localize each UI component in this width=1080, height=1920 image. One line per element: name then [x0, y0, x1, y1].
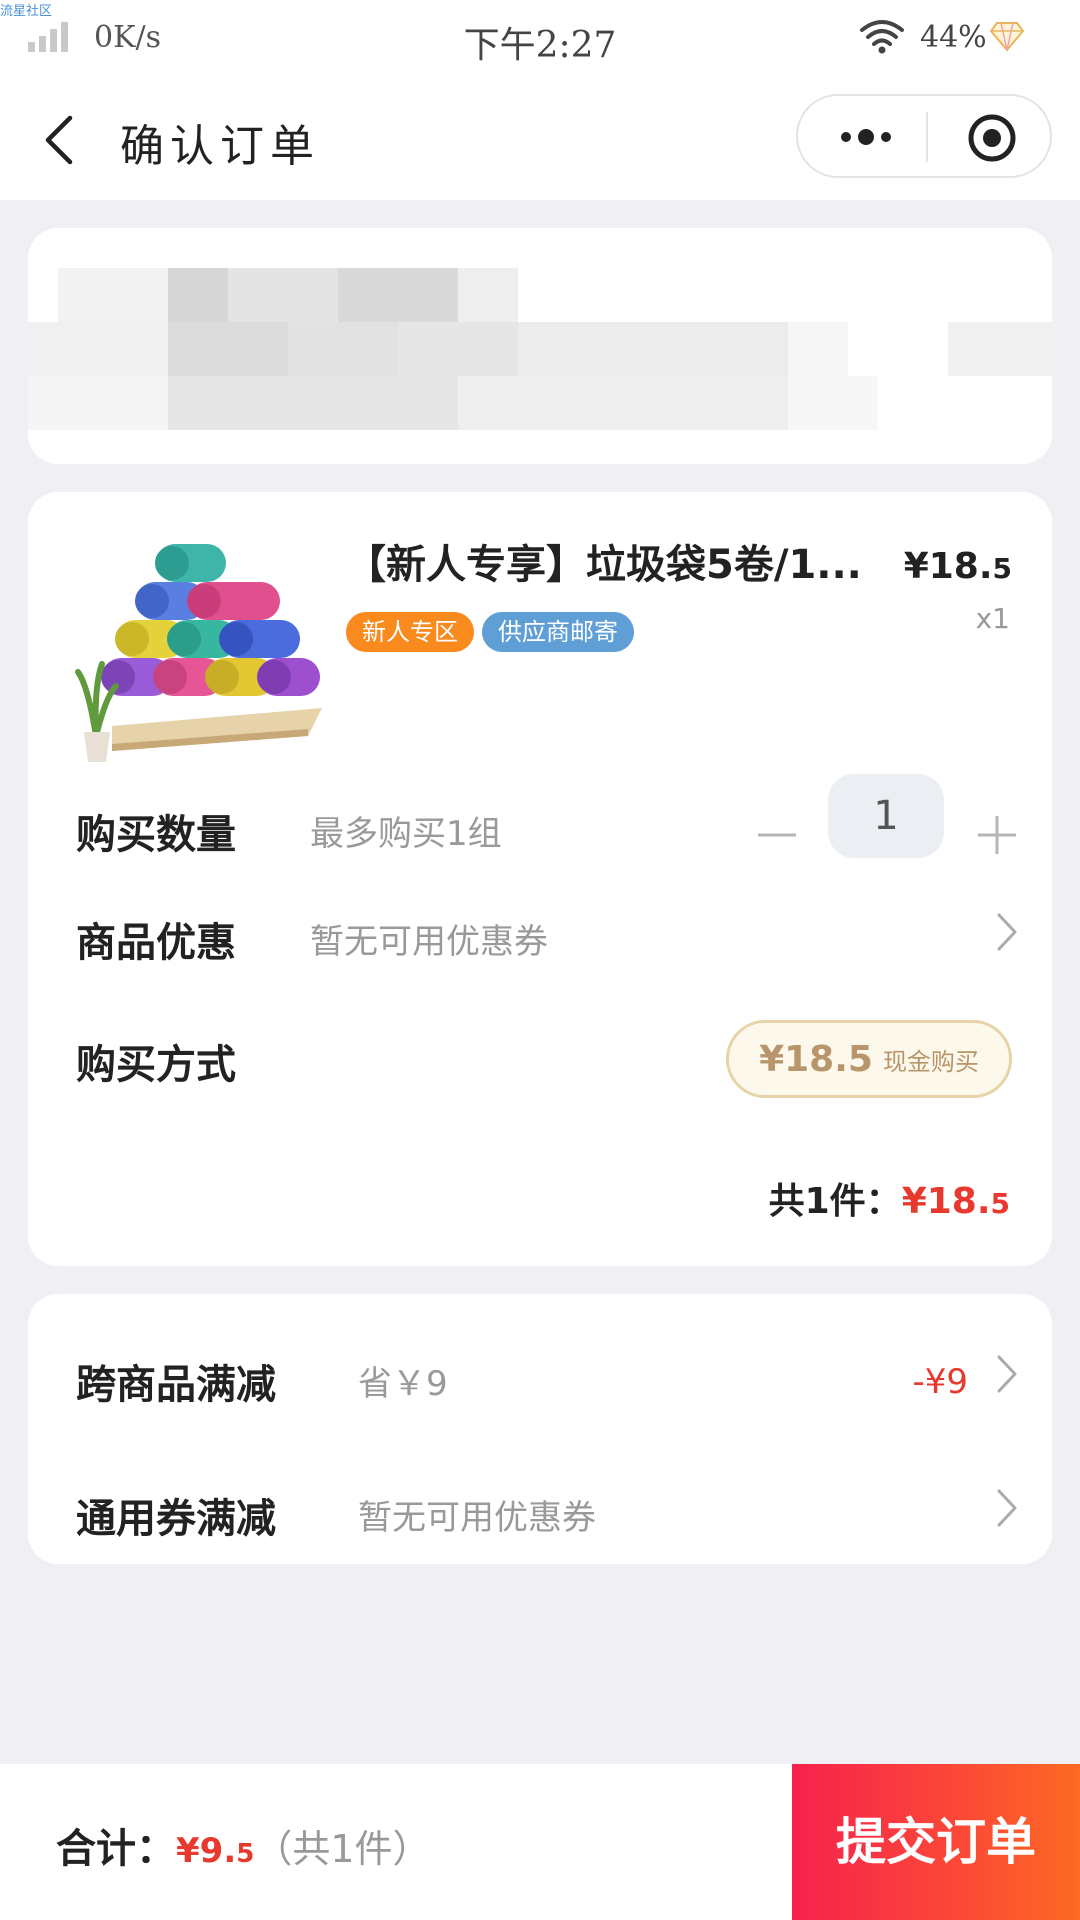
battery-level: 44%: [920, 20, 987, 55]
unit-price-decimal: 5: [992, 552, 1012, 585]
product-tags: 新人专区 供应商邮寄: [346, 612, 634, 652]
coupon-label: 商品优惠: [76, 920, 236, 966]
tag-new-user: 新人专区: [346, 612, 474, 652]
quantity-value[interactable]: 1: [828, 774, 944, 858]
total-amount-decimal: 5: [236, 1839, 255, 1869]
decrement-button[interactable]: [752, 810, 802, 860]
total-count: （共1件）: [254, 1827, 431, 1871]
subtotal-prefix: 共1件：: [768, 1181, 902, 1222]
quantity-label: 购买数量: [76, 812, 236, 858]
subtotal: 共1件：¥18.5: [769, 1172, 1010, 1224]
unit-price: ¥18.5: [904, 546, 1012, 587]
unit-price-main: ¥18.: [903, 546, 993, 587]
quantity-multiplier: x1: [975, 602, 1010, 635]
general-coupon-label: 通用券满减: [76, 1496, 276, 1542]
address-mosaic: [28, 268, 1052, 438]
address-card[interactable]: [28, 228, 1052, 464]
screen: 流星社区 0K/s 下午2:27 44% 确认订单 【新人专享】垃圾袋5卷/1.…: [0, 0, 1080, 1920]
chevron-right-icon[interactable]: [994, 910, 1020, 954]
total-amount-main: ¥9.: [176, 1831, 237, 1871]
payment-amount: ¥18.5: [759, 1038, 873, 1080]
payment-label: 购买方式: [76, 1042, 236, 1088]
subtotal-amount-main: ¥18.: [901, 1181, 991, 1222]
navigation-bar: 确认订单: [0, 80, 1080, 200]
capsule-divider: [926, 112, 928, 162]
checkout-bar: 合计：¥9.5（共1件） 提交订单: [0, 1764, 1080, 1920]
back-icon[interactable]: [36, 110, 86, 170]
mini-program-capsule: [796, 94, 1052, 178]
cash-payment-option[interactable]: ¥18.5 现金购买: [726, 1020, 1012, 1098]
page-title: 确认订单: [120, 121, 320, 172]
total-label: 合计：: [56, 1826, 176, 1872]
order-total: 合计：¥9.5（共1件）: [56, 1816, 431, 1874]
increment-button[interactable]: [972, 810, 1022, 860]
status-time: 下午2:27: [463, 25, 617, 66]
payment-method: 现金购买: [882, 1047, 979, 1076]
wifi-icon: [860, 20, 904, 54]
more-icon[interactable]: [836, 122, 896, 152]
submit-order-button[interactable]: 提交订单: [792, 1764, 1080, 1920]
cross-discount-label: 跨商品满减: [76, 1362, 276, 1408]
subtotal-amount-decimal: 5: [990, 1187, 1010, 1220]
cross-discount-value[interactable]: -¥9: [912, 1362, 968, 1402]
cross-discount-hint: 省￥9: [358, 1364, 448, 1404]
status-bar: 流星社区 0K/s 下午2:27 44%: [0, 0, 1080, 80]
diamond-icon: [990, 22, 1024, 52]
chevron-right-icon[interactable]: [994, 1486, 1020, 1530]
close-target-icon[interactable]: [966, 112, 1018, 164]
chevron-right-icon[interactable]: [994, 1352, 1020, 1396]
general-coupon-hint[interactable]: 暂无可用优惠券: [358, 1490, 596, 1539]
coupon-hint[interactable]: 暂无可用优惠券: [310, 914, 548, 963]
discount-card: 跨商品满减 省￥9 -¥9 通用券满减 暂无可用优惠券: [28, 1294, 1052, 1564]
product-image: [75, 544, 322, 762]
product-card: 【新人专享】垃圾袋5卷/1... 新人专区 供应商邮寄 ¥18.5 x1 购买数…: [28, 492, 1052, 1266]
tag-supplier-mail: 供应商邮寄: [482, 612, 634, 652]
product-title: 【新人专享】垃圾袋5卷/1...: [346, 542, 862, 588]
quantity-hint: 最多购买1组: [310, 814, 502, 854]
